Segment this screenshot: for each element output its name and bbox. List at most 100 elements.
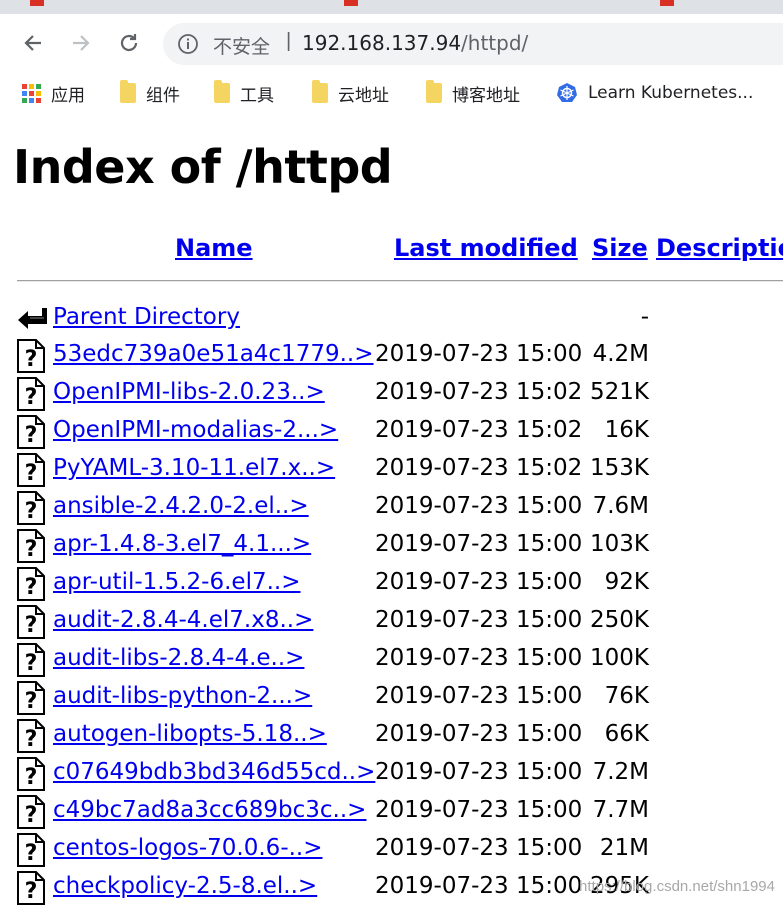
file-row: ? autogen-libopts-5.18..> 2019-07-23 15:00… (0, 717, 783, 755)
file-row: ? OpenIPMI-modalias-2...> 2019-07-23 15:02… (0, 413, 783, 451)
file-row: ? ansible-2.4.2.0-2.el..> 2019-07-23 15:00… (0, 489, 783, 527)
folder-icon (120, 80, 136, 103)
file-size: 153K (590, 455, 649, 481)
file-link[interactable]: autogen-libopts-5.18..> (53, 721, 327, 747)
tab-favicon-icon (30, 0, 44, 6)
file-date: 2019-07-23 15:00 (375, 721, 583, 747)
file-date: 2019-07-23 15:02 (375, 455, 583, 481)
file-link[interactable]: PyYAML-3.10-11.el7.x..> (53, 455, 335, 481)
browser-tab[interactable] (344, 0, 644, 14)
file-link[interactable]: apr-util-1.5.2-6.el7..> (53, 569, 301, 595)
unknown-file-icon: ? (16, 529, 46, 569)
unknown-file-icon: ? (16, 833, 46, 873)
reload-button[interactable] (114, 28, 144, 58)
file-link[interactable]: 53edc739a0e51a4c1779..> (53, 341, 374, 367)
security-label[interactable]: 不安全 (213, 32, 270, 59)
file-link[interactable]: checkpolicy-2.5-8.el..> (53, 873, 317, 899)
file-link[interactable]: audit-libs-2.8.4-4.e..> (53, 645, 304, 671)
bookmark-label: Learn Kubernetes... (588, 83, 754, 103)
column-header-name[interactable]: Name (175, 234, 253, 262)
bookmark-label: 应用 (51, 85, 85, 106)
bookmark-folder[interactable]: 组件 (120, 80, 180, 106)
kubernetes-icon (556, 82, 578, 104)
svg-text:?: ? (25, 613, 38, 638)
bookmark-folder[interactable]: 云地址 (312, 80, 389, 106)
bookmark-folder[interactable]: 工具 (214, 80, 274, 106)
file-date: 2019-07-23 15:00 (375, 835, 583, 861)
file-row: ? apr-1.4.8-3.el7_4.1...> 2019-07-23 15:00… (0, 527, 783, 565)
tab-strip (0, 0, 783, 14)
unknown-file-icon: ? (16, 757, 46, 797)
file-row: ? audit-libs-2.8.4-4.e..> 2019-07-23 15:00… (0, 641, 783, 679)
svg-text:?: ? (25, 689, 38, 714)
file-link[interactable]: OpenIPMI-modalias-2...> (53, 417, 338, 443)
forward-button[interactable] (66, 28, 96, 58)
file-link[interactable]: audit-libs-python-2...> (53, 683, 312, 709)
svg-text:?: ? (25, 879, 38, 904)
url-path: /httpd/ (461, 31, 529, 55)
svg-text:?: ? (25, 347, 38, 372)
bookmark-label: 云地址 (338, 85, 389, 106)
file-size: 66K (604, 721, 649, 747)
file-date: 2019-07-23 15:00 (375, 683, 583, 709)
file-link[interactable]: OpenIPMI-libs-2.0.23..> (53, 379, 325, 405)
file-size: - (640, 304, 649, 330)
file-size: 21M (599, 835, 649, 861)
unknown-file-icon: ? (16, 491, 46, 531)
file-size: 7.7M (592, 797, 649, 823)
svg-text:?: ? (25, 765, 38, 790)
file-size: 103K (590, 531, 649, 557)
file-link[interactable]: c49bc7ad8a3cc689bc3c..> (53, 797, 366, 823)
address-bar[interactable]: 不安全 | 192.168.137.94/httpd/ (163, 23, 783, 65)
svg-text:?: ? (25, 537, 38, 562)
bookmark-folder[interactable]: 博客地址 (426, 80, 520, 106)
file-size: 76K (604, 683, 649, 709)
back-button[interactable] (18, 28, 48, 58)
browser-tab[interactable] (30, 0, 330, 14)
bookmark-label: 博客地址 (452, 85, 520, 106)
file-link[interactable]: c07649bdb3bd346d55cd..> (53, 759, 375, 785)
file-link[interactable]: audit-2.8.4-4.el7.x8..> (53, 607, 313, 633)
url-host: 192.168.137.94 (302, 31, 462, 55)
url-text[interactable]: 192.168.137.94/httpd/ (302, 31, 528, 55)
folder-icon (214, 80, 230, 103)
svg-text:?: ? (25, 803, 38, 828)
file-size: 7.2M (592, 759, 649, 785)
unknown-file-icon: ? (16, 795, 46, 835)
folder-icon (426, 80, 442, 103)
file-date: 2019-07-23 15:00 (375, 531, 583, 557)
file-link[interactable]: apr-1.4.8-3.el7_4.1...> (53, 531, 311, 557)
watermark: https://blog.csdn.net/shn1994 (579, 878, 775, 895)
file-date: 2019-07-23 15:00 (375, 607, 583, 633)
column-header-last-modified[interactable]: Last modified (394, 234, 578, 262)
file-size: 16K (604, 417, 649, 443)
file-date: 2019-07-23 15:00 (375, 569, 583, 595)
svg-text:?: ? (25, 461, 38, 486)
column-header-description[interactable]: Description (656, 234, 783, 262)
bookmark-apps[interactable]: 应用 (22, 80, 85, 106)
unknown-file-icon: ? (16, 681, 46, 721)
file-row: ? centos-logos-70.0.6-..> 2019-07-23 15:00… (0, 831, 783, 869)
bookmark-learn-kubernetes[interactable]: Learn Kubernetes... (556, 80, 753, 106)
file-date: 2019-07-23 15:00 (375, 493, 583, 519)
file-date: 2019-07-23 15:02 (375, 417, 583, 443)
svg-text:?: ? (25, 385, 38, 410)
file-link[interactable]: centos-logos-70.0.6-..> (53, 835, 323, 861)
svg-text:?: ? (25, 841, 38, 866)
svg-text:?: ? (25, 727, 38, 752)
reload-icon (120, 34, 138, 52)
arrow-left-icon (24, 35, 41, 51)
file-size: 92K (604, 569, 649, 595)
tab-favicon-icon (660, 0, 674, 6)
info-icon[interactable] (177, 33, 199, 60)
file-link[interactable]: ansible-2.4.2.0-2.el..> (53, 493, 309, 519)
parent-directory-link[interactable]: Parent Directory (53, 304, 240, 330)
column-header-size[interactable]: Size (592, 234, 648, 262)
browser-tab[interactable] (660, 0, 783, 14)
unknown-file-icon: ? (16, 453, 46, 493)
arrow-right-icon (73, 35, 90, 51)
unknown-file-icon: ? (16, 415, 46, 455)
bookmarks-bar: 应用 组件 工具 云地址 博客地址 Learn Kubernetes... (0, 74, 783, 112)
file-size: 100K (590, 645, 649, 671)
file-row: ? audit-2.8.4-4.el7.x8..> 2019-07-23 15:00… (0, 603, 783, 641)
